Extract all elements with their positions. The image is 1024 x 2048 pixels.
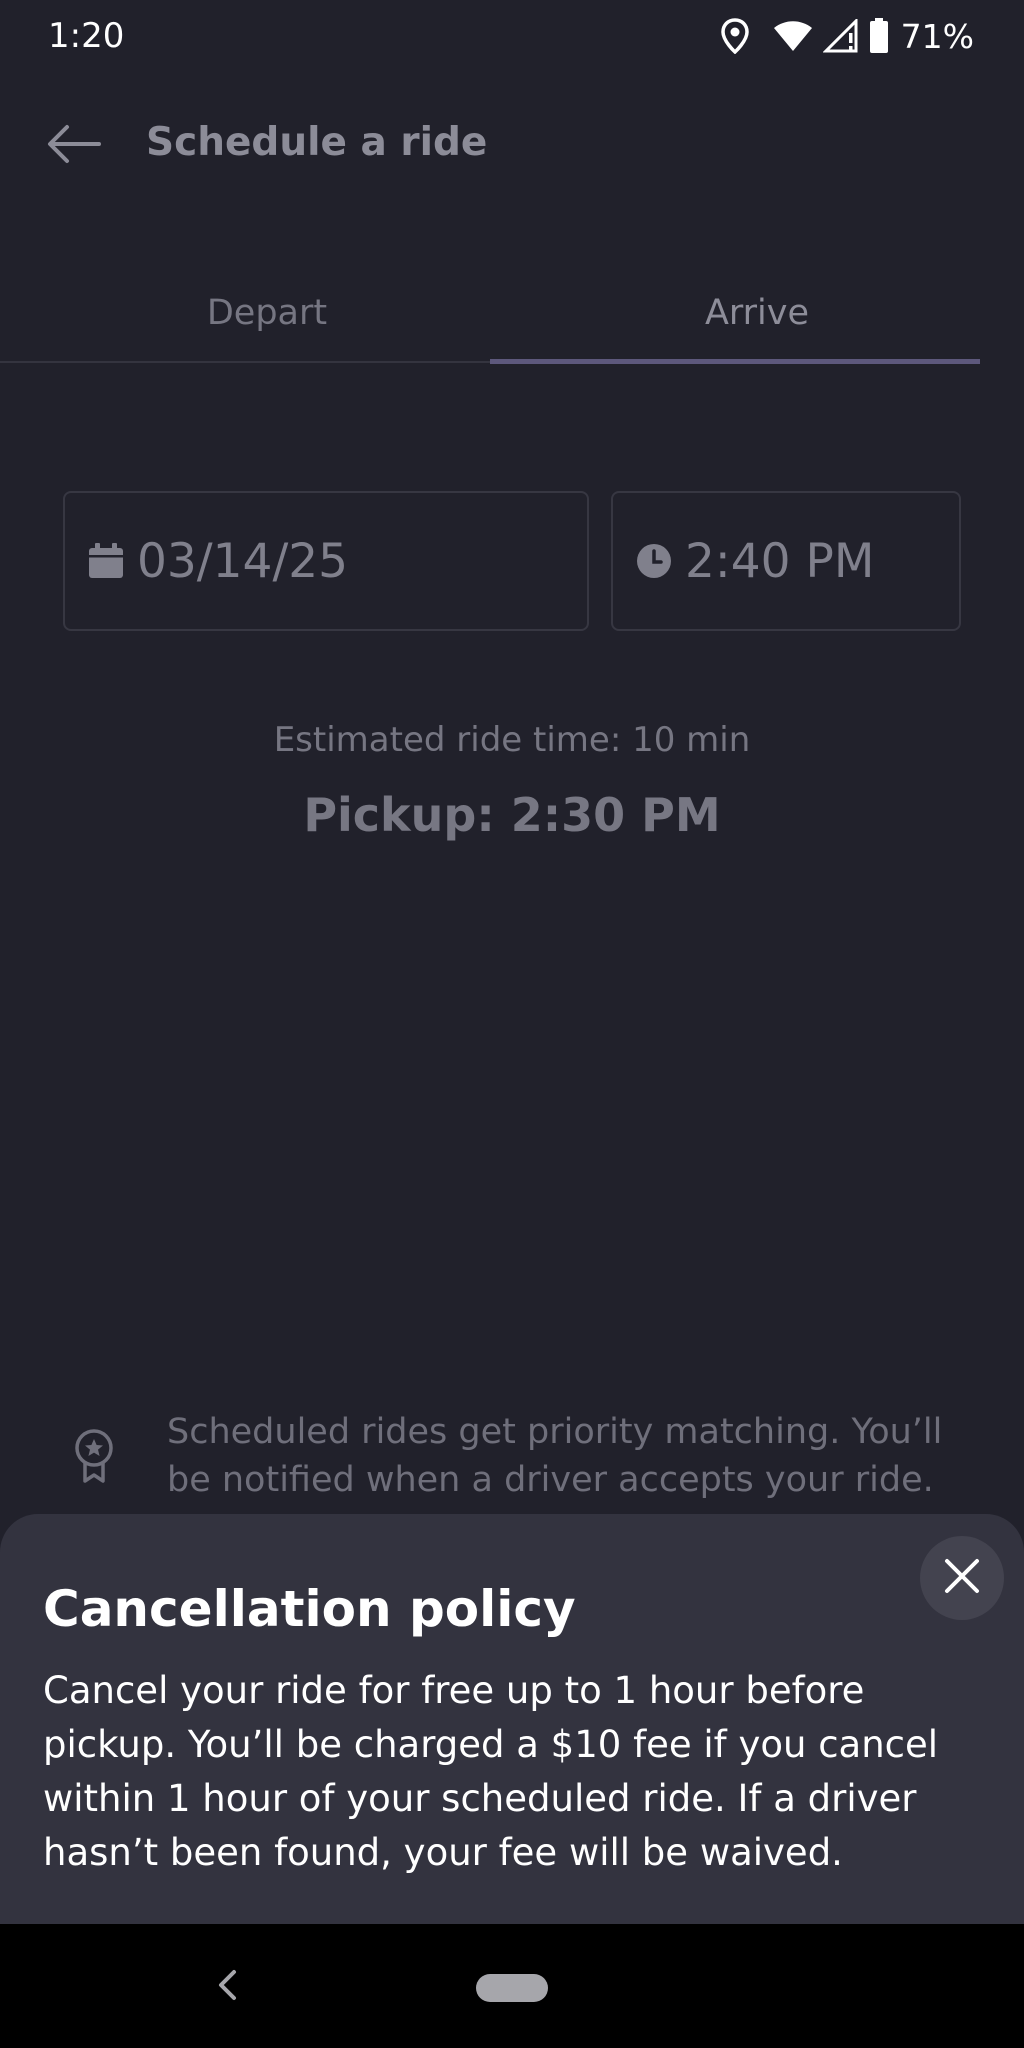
- page-title: Schedule a ride: [146, 120, 488, 165]
- back-button[interactable]: [34, 110, 114, 182]
- tab-bar: Depart Arrive: [22, 264, 1002, 364]
- sheet-title: Cancellation policy: [43, 1580, 576, 1638]
- battery-percent: 71%: [900, 16, 974, 56]
- tab-selected-indicator: [490, 359, 980, 364]
- status-bar: 1:20 71%: [0, 0, 1024, 74]
- status-icons: 71%: [720, 14, 974, 58]
- time-value: 2:40 PM: [685, 533, 875, 589]
- cancellation-policy-sheet: Cancellation policy Cancel your ride for…: [0, 1514, 1024, 1924]
- system-nav-bar: [0, 1924, 1024, 2048]
- header: Schedule a ride: [0, 74, 1024, 218]
- tab-arrive[interactable]: Arrive: [512, 264, 1002, 362]
- chevron-left-icon: [216, 1969, 238, 2005]
- estimated-ride-time: Estimated ride time: 10 min: [273, 720, 751, 760]
- app-screen: 1:20 71% Schedule a ride Depart Arrive 0…: [0, 0, 1024, 2048]
- close-button[interactable]: [920, 1536, 1004, 1620]
- calendar-icon: [87, 542, 125, 580]
- clock-icon: [635, 542, 673, 580]
- sheet-body-text: Cancel your ride for free up to 1 hour b…: [43, 1669, 939, 1874]
- date-picker-field[interactable]: 03/14/25: [63, 491, 589, 631]
- time-picker-field[interactable]: 2:40 PM: [611, 491, 961, 631]
- priority-note: Scheduled rides get priority matching. Y…: [0, 1404, 1024, 1514]
- arrow-left-icon: [47, 124, 101, 168]
- priority-note-text: Scheduled rides get priority matching. Y…: [167, 1412, 943, 1500]
- award-badge-icon: [70, 1426, 118, 1488]
- cell-signal-icon: [822, 19, 859, 53]
- location-icon: [720, 18, 749, 54]
- tab-depart[interactable]: Depart: [22, 264, 512, 362]
- pickup-time: Pickup: 2:30 PM: [303, 788, 721, 842]
- battery-icon: [869, 18, 889, 54]
- nav-home-pill[interactable]: [476, 1974, 548, 2002]
- nav-back-button[interactable]: [200, 1960, 254, 2014]
- close-icon: [944, 1558, 980, 1598]
- date-value: 03/14/25: [137, 533, 349, 589]
- status-time: 1:20: [48, 16, 125, 56]
- wifi-icon: [773, 20, 813, 52]
